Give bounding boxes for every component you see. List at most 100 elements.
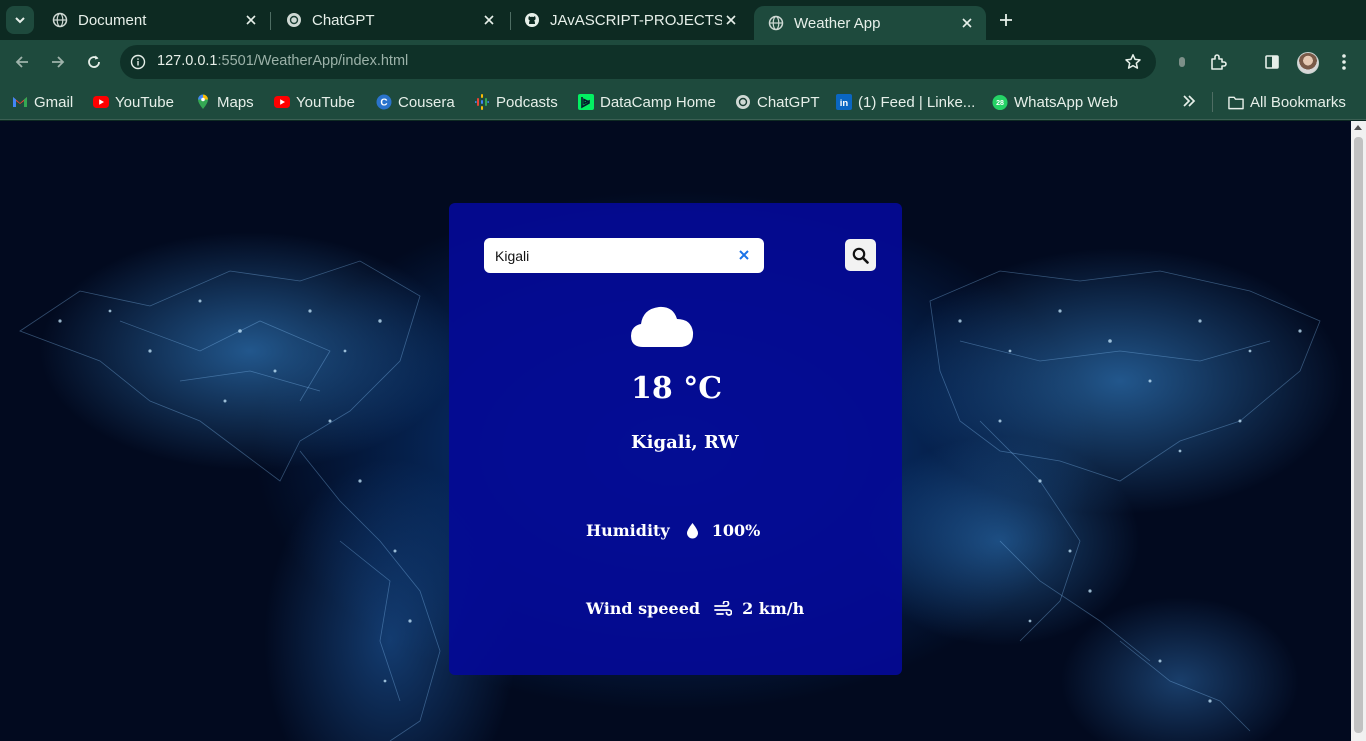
browser-toolbar: 127.0.0.1:5501/WeatherApp/index.html bbox=[0, 40, 1366, 84]
wind-icon bbox=[714, 600, 733, 618]
wind-row: Wind speeed 2 km/h bbox=[586, 599, 804, 618]
tab-title: JAvASCRIPT-PROJECTS/C bbox=[550, 11, 722, 29]
plus-icon bbox=[1000, 14, 1012, 26]
tab-title: Weather App bbox=[794, 14, 881, 32]
bookmark-label: Cousera bbox=[398, 93, 455, 111]
humidity-value: 100% bbox=[711, 521, 761, 540]
tab-title: ChatGPT bbox=[312, 11, 375, 29]
wind-label: Wind speeed bbox=[586, 599, 701, 618]
youtube-icon bbox=[93, 94, 109, 110]
bookmarks-bar: Gmail YouTube Maps YouTube C Cousera Pod… bbox=[0, 84, 1366, 120]
arrow-right-icon bbox=[52, 56, 65, 68]
bookmark-chatgpt[interactable]: ChatGPT bbox=[735, 92, 820, 112]
temperature: 18 °C bbox=[631, 371, 723, 406]
tab-title: Document bbox=[78, 11, 147, 29]
clear-input-icon[interactable] bbox=[737, 248, 751, 262]
svg-text:in: in bbox=[840, 98, 849, 109]
url-text[interactable]: 127.0.0.1:5501/WeatherApp/index.html bbox=[157, 53, 408, 69]
new-tab-button[interactable] bbox=[994, 8, 1018, 32]
gmail-icon bbox=[12, 94, 28, 110]
globe-icon bbox=[768, 15, 784, 31]
close-icon[interactable] bbox=[958, 14, 976, 32]
github-icon bbox=[524, 12, 540, 28]
water-drop-icon bbox=[684, 522, 702, 540]
forward-button[interactable] bbox=[46, 50, 70, 74]
bookmark-label: YouTube bbox=[296, 93, 355, 111]
close-icon[interactable] bbox=[242, 11, 260, 29]
extension-puzzle-mini-icon[interactable] bbox=[1172, 52, 1192, 72]
bookmark-datacamp[interactable]: DataCamp Home bbox=[578, 92, 716, 112]
search-box bbox=[484, 238, 764, 273]
datacamp-icon bbox=[578, 94, 594, 110]
podcasts-icon bbox=[474, 94, 490, 110]
linkedin-icon: in bbox=[836, 94, 852, 110]
humidity-row: Humidity 100% bbox=[586, 521, 760, 540]
tab-weather-app[interactable]: Weather App bbox=[754, 6, 986, 40]
chevron-down-icon bbox=[15, 17, 25, 24]
scroll-up-arrow-icon[interactable] bbox=[1354, 125, 1362, 130]
chatgpt-icon bbox=[286, 12, 302, 28]
extensions-icon[interactable] bbox=[1208, 52, 1228, 72]
city-search-input[interactable] bbox=[484, 238, 734, 273]
bookmark-label: Podcasts bbox=[496, 93, 558, 111]
search-icon bbox=[852, 247, 869, 264]
bookmark-coursera[interactable]: C Cousera bbox=[376, 92, 455, 112]
bookmark-divider bbox=[1212, 92, 1213, 112]
url-host: 127.0.0.1 bbox=[157, 53, 218, 69]
chatgpt-icon bbox=[735, 94, 751, 110]
svg-text:C: C bbox=[380, 98, 387, 109]
side-panel-icon[interactable] bbox=[1262, 52, 1282, 72]
close-icon[interactable] bbox=[480, 11, 498, 29]
cloud-icon bbox=[631, 306, 694, 347]
globe-icon bbox=[52, 12, 68, 28]
bookmark-label: YouTube bbox=[115, 93, 174, 111]
back-button[interactable] bbox=[10, 50, 34, 74]
bookmark-label: Maps bbox=[217, 93, 254, 111]
tab-github[interactable]: JAvASCRIPT-PROJECTS/C bbox=[510, 4, 750, 36]
bookmark-label: DataCamp Home bbox=[600, 93, 716, 111]
arrow-left-icon bbox=[15, 56, 28, 68]
bookmark-label: WhatsApp Web bbox=[1014, 93, 1118, 111]
all-bookmarks-button[interactable]: All Bookmarks bbox=[1228, 92, 1346, 112]
close-icon[interactable] bbox=[722, 11, 740, 29]
browser-menu-icon[interactable] bbox=[1334, 52, 1354, 72]
wind-value: 2 km/h bbox=[742, 599, 805, 618]
bookmark-maps[interactable]: Maps bbox=[195, 92, 254, 112]
reload-button[interactable] bbox=[82, 50, 106, 74]
site-info-icon[interactable] bbox=[130, 54, 146, 70]
maps-icon bbox=[195, 94, 211, 110]
all-bookmarks-label: All Bookmarks bbox=[1250, 93, 1346, 111]
scrollbar-thumb[interactable] bbox=[1354, 137, 1363, 733]
page-viewport: 18 °C Kigali, RW Humidity 100% Wind spee… bbox=[0, 121, 1351, 741]
page-scrollbar[interactable] bbox=[1351, 121, 1366, 741]
bookmark-star-icon[interactable] bbox=[1124, 53, 1142, 71]
address-bar[interactable]: 127.0.0.1:5501/WeatherApp/index.html bbox=[120, 45, 1156, 79]
bookmark-youtube[interactable]: YouTube bbox=[93, 92, 174, 112]
coursera-icon: C bbox=[376, 94, 392, 110]
tab-divider bbox=[270, 12, 271, 30]
whatsapp-icon: 28 bbox=[992, 94, 1008, 110]
bookmark-gmail[interactable]: Gmail bbox=[12, 92, 73, 112]
folder-icon bbox=[1228, 94, 1244, 110]
bookmark-label: (1) Feed | Linke... bbox=[858, 93, 976, 111]
reload-icon bbox=[88, 55, 100, 68]
tab-strip: Document ChatGPT JAvASCRIPT-PROJECTS/C W… bbox=[0, 0, 1366, 40]
url-path: :5501/WeatherApp/index.html bbox=[217, 53, 409, 69]
profile-avatar[interactable] bbox=[1297, 52, 1319, 74]
tab-search-button[interactable] bbox=[6, 6, 34, 34]
chevron-double-right-icon[interactable] bbox=[1180, 92, 1198, 110]
whatsapp-unread-badge: 28 bbox=[996, 100, 1004, 107]
bookmark-podcasts[interactable]: Podcasts bbox=[474, 92, 558, 112]
tab-chatgpt[interactable]: ChatGPT bbox=[272, 4, 508, 36]
city-name: Kigali, RW bbox=[631, 432, 739, 453]
tab-document[interactable]: Document bbox=[38, 4, 270, 36]
weather-card: 18 °C Kigali, RW Humidity 100% Wind spee… bbox=[449, 203, 902, 675]
bookmark-linkedin[interactable]: in (1) Feed | Linke... bbox=[836, 92, 975, 112]
humidity-label: Humidity bbox=[586, 521, 670, 540]
bookmark-label: ChatGPT bbox=[757, 93, 820, 111]
bookmark-youtube-2[interactable]: YouTube bbox=[274, 92, 355, 112]
bookmark-whatsapp[interactable]: 28 WhatsApp Web bbox=[992, 92, 1118, 112]
bookmark-label: Gmail bbox=[34, 93, 74, 111]
youtube-icon bbox=[274, 94, 290, 110]
search-button[interactable] bbox=[845, 239, 876, 271]
